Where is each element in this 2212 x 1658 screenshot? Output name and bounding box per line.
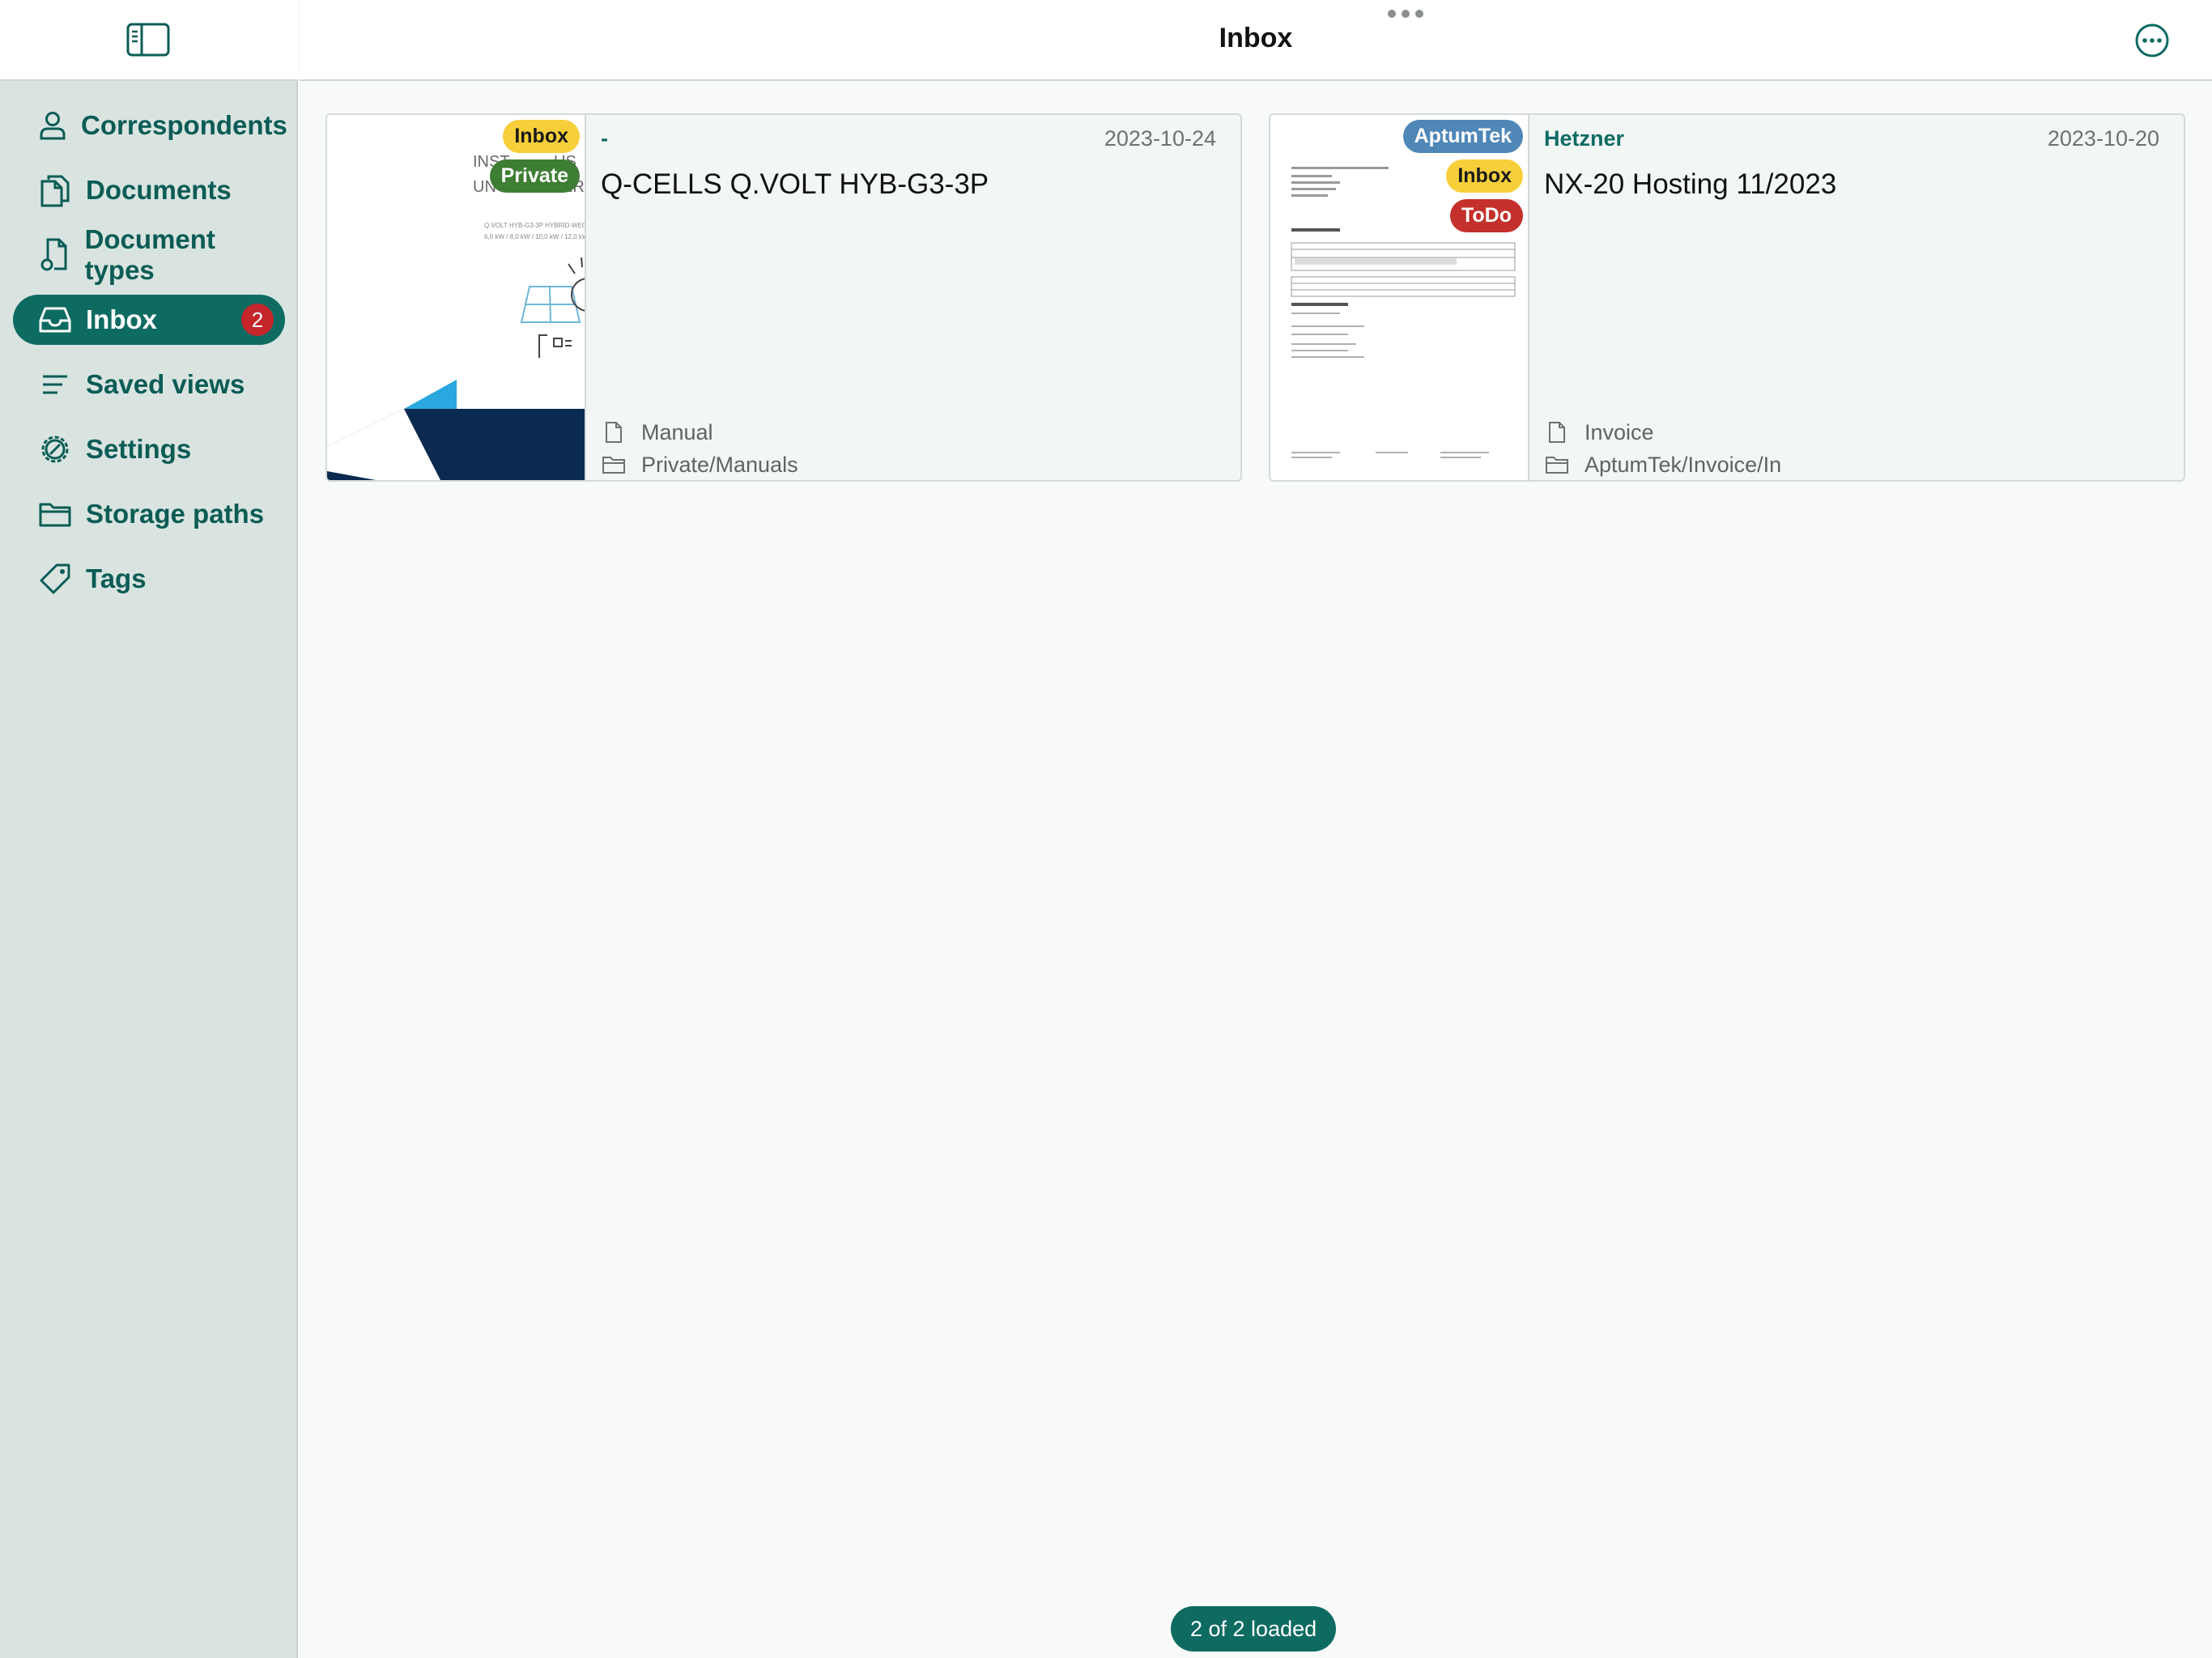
- sidebar-header: [0, 0, 298, 81]
- sidebar-item-label: Settings: [86, 434, 192, 464]
- inbox-count-badge: 2: [241, 304, 274, 336]
- thumb-text: 6,0 kW / 8,0 kW / 10,0 kW / 12,0 kW: [484, 233, 586, 240]
- loaded-count-pill: 2 of 2 loaded: [1171, 1606, 1337, 1652]
- page-title: Inbox: [1219, 23, 1293, 53]
- document-thumbnail: INST US UN ER Q.VOLT HYB-G3-3P HYBRID-WE…: [327, 115, 586, 480]
- folder-icon: [39, 498, 71, 530]
- document-date: 2023-10-24: [1104, 126, 1216, 151]
- document-icon: [601, 419, 627, 445]
- filter-lines-icon: [39, 368, 71, 401]
- sidebar-item-label: Correspondents: [81, 110, 287, 140]
- document-date: 2023-10-20: [2047, 126, 2159, 151]
- inbox-icon: [39, 304, 71, 336]
- document-card[interactable]: AptumTek Inbox ToDo Hetzner 2023-10-20 N…: [1269, 113, 2185, 482]
- gear-icon: [39, 433, 71, 466]
- document-title: Q-CELLS Q.VOLT HYB-G3-3P: [601, 168, 989, 200]
- tag-private: Private: [489, 159, 580, 193]
- sidebar-item-document-types[interactable]: Document types: [13, 224, 285, 285]
- person-icon: [39, 109, 66, 142]
- sidebar: Correspondents Documents Document types …: [0, 0, 298, 1658]
- sidebar-nav: Correspondents Documents Document types …: [13, 100, 287, 619]
- more-options-button[interactable]: [2134, 23, 2170, 58]
- document-type-icon: [39, 238, 70, 271]
- thumb-text: Q.VOLT HYB-G3-3P HYBRID-WECH: [484, 222, 586, 229]
- sidebar-item-label: Inbox: [86, 304, 157, 334]
- ellipsis-circle-icon: [2135, 23, 2169, 57]
- sidebar-item-label: Saved views: [86, 369, 245, 399]
- sidebar-toggle-button[interactable]: [126, 23, 170, 57]
- tag-icon: [39, 563, 71, 595]
- multitasking-grabber[interactable]: [1388, 10, 1423, 18]
- tag-list: Inbox Private: [489, 120, 580, 193]
- sidebar-toggle-icon: [126, 23, 170, 57]
- sidebar-item-label: Storage paths: [86, 499, 265, 529]
- storage-path-row: AptumTek/Invoice/In: [1544, 452, 1781, 478]
- storage-path-label: Private/Manuals: [641, 452, 798, 477]
- document-type-row: Invoice: [1544, 419, 1654, 445]
- sidebar-item-storage-paths[interactable]: Storage paths: [13, 489, 285, 539]
- correspondent-label: Hetzner: [1544, 126, 1625, 151]
- sidebar-item-label: Document types: [84, 224, 215, 285]
- documents-icon: [39, 174, 71, 207]
- storage-path-row: Private/Manuals: [601, 452, 798, 478]
- sidebar-item-label: Documents: [86, 175, 232, 205]
- tag-inbox: Inbox: [503, 120, 580, 153]
- document-info: - 2023-10-24 Q-CELLS Q.VOLT HYB-G3-3P Ma…: [601, 126, 1216, 477]
- document-info: Hetzner 2023-10-20 NX-20 Hosting 11/2023…: [1544, 126, 2159, 477]
- tag-inbox: Inbox: [1446, 159, 1523, 193]
- sidebar-item-tags[interactable]: Tags: [13, 554, 285, 604]
- sidebar-item-saved-views[interactable]: Saved views: [13, 359, 285, 410]
- document-type-label: Invoice: [1585, 419, 1654, 444]
- sidebar-item-label: Tags: [86, 563, 147, 593]
- document-icon: [1544, 419, 1570, 445]
- sidebar-item-settings[interactable]: Settings: [13, 424, 285, 474]
- document-title: NX-20 Hosting 11/2023: [1544, 168, 1837, 200]
- document-card[interactable]: INST US UN ER Q.VOLT HYB-G3-3P HYBRID-WE…: [325, 113, 1242, 482]
- folder-icon: [601, 452, 627, 478]
- top-bar: Inbox: [300, 0, 2212, 81]
- sidebar-item-inbox[interactable]: Inbox 2: [13, 295, 285, 345]
- document-type-row: Manual: [601, 419, 713, 445]
- document-thumbnail: AptumTek Inbox ToDo: [1270, 115, 1529, 480]
- storage-path-label: AptumTek/Invoice/In: [1585, 452, 1782, 477]
- document-type-label: Manual: [641, 419, 713, 444]
- sidebar-item-documents[interactable]: Documents: [13, 165, 285, 215]
- tag-todo: ToDo: [1449, 199, 1523, 232]
- tag-aptumtek: AptumTek: [1402, 120, 1523, 153]
- folder-icon: [1544, 452, 1570, 478]
- tag-list: AptumTek Inbox ToDo: [1402, 120, 1523, 232]
- correspondent-label: -: [601, 126, 608, 151]
- sidebar-item-correspondents[interactable]: Correspondents: [13, 100, 287, 151]
